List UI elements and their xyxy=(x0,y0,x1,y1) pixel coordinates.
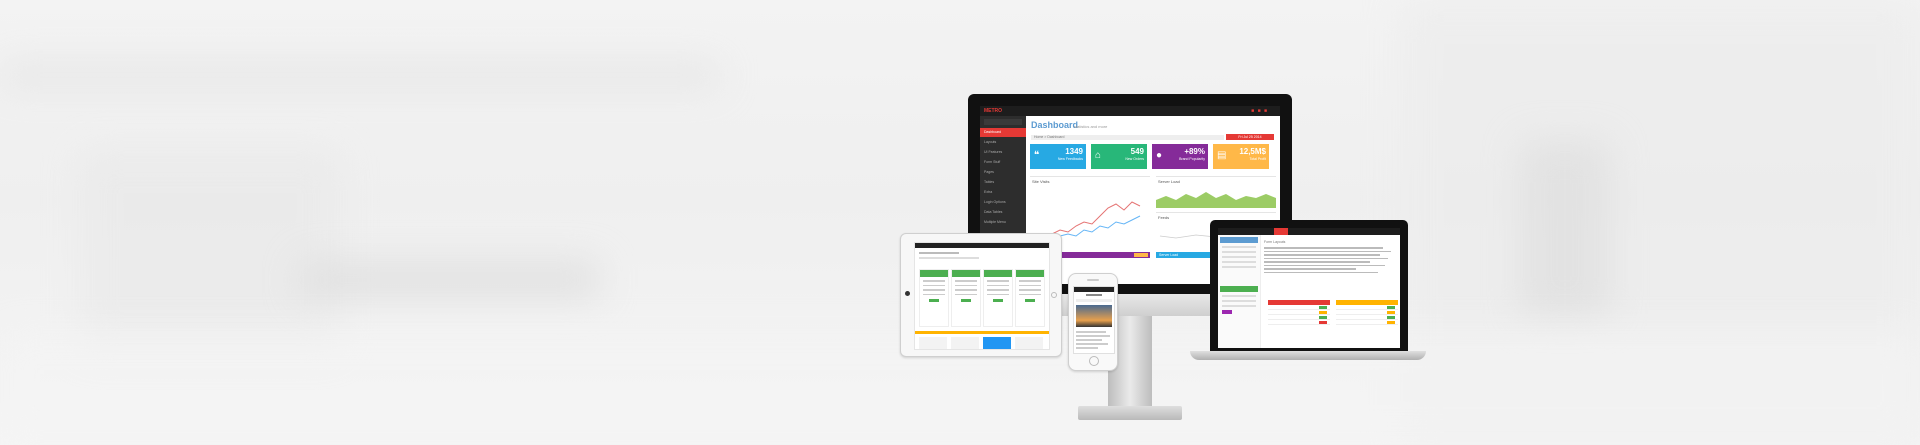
date-range-button[interactable]: Fri Jul 25 2014 xyxy=(1226,134,1274,140)
sidebar-item[interactable]: Layouts xyxy=(980,138,1026,147)
laptop-base xyxy=(1190,351,1426,360)
monitor-foot xyxy=(1078,406,1182,420)
stat-label: New Feedbacks xyxy=(1057,157,1083,161)
topbar: METRO ■ ■ ■ xyxy=(980,106,1280,116)
panel-title: Server Load xyxy=(1158,179,1180,184)
info-box xyxy=(951,337,979,349)
stat-value: 12,5M$ xyxy=(1239,147,1266,156)
stat-value: 1349 xyxy=(1065,147,1083,156)
data-table xyxy=(1336,300,1398,338)
sidebar-item[interactable]: Tables xyxy=(980,178,1026,187)
info-box xyxy=(983,337,1011,349)
form-text: Form Layouts xyxy=(1264,240,1396,275)
laptop-lid: Form Layouts xyxy=(1210,220,1408,352)
plan-header xyxy=(920,270,948,277)
sidebar-item[interactable]: Data Tables xyxy=(980,208,1026,217)
info-box xyxy=(1015,337,1043,349)
laptop-screen: Form Layouts xyxy=(1218,228,1400,348)
page-title: Dashboard xyxy=(1031,120,1079,130)
globe-icon: ● xyxy=(1156,150,1163,161)
area-series xyxy=(1156,192,1276,208)
stat-value: 549 xyxy=(1130,147,1144,156)
sidebar-header xyxy=(1220,286,1258,292)
pricing-column xyxy=(919,269,949,327)
stat-tile[interactable]: ⌂ 549 New Orders xyxy=(1091,144,1147,169)
info-box xyxy=(919,337,947,349)
phone-screen xyxy=(1073,286,1115,354)
background-blur xyxy=(0,60,720,90)
pricing-column xyxy=(1015,269,1045,327)
area-chart xyxy=(1156,192,1276,208)
plan-header xyxy=(952,270,980,277)
stat-label: Brand Popularity xyxy=(1179,157,1205,161)
sidebar-item[interactable]: UI Features xyxy=(980,148,1026,157)
sidebar-item[interactable]: Form Stuff xyxy=(980,158,1026,167)
search-input[interactable] xyxy=(1076,299,1112,302)
panel-title: Site Visits xyxy=(1032,179,1050,184)
stat-label: Total Profit xyxy=(1249,157,1266,161)
sidebar-item[interactable]: Login Options xyxy=(980,198,1026,207)
smartphone xyxy=(1068,273,1118,371)
background-blur xyxy=(1520,140,1610,320)
camera xyxy=(1051,292,1057,298)
feeds-panel: Server Load xyxy=(1156,176,1276,209)
plan-button[interactable] xyxy=(929,299,939,302)
photo-thumbnail[interactable] xyxy=(1076,305,1112,327)
notification-icons[interactable]: ■ ■ ■ xyxy=(1251,108,1268,114)
background-blur xyxy=(300,260,600,300)
sidebar-header xyxy=(1220,237,1258,243)
logo: METRO xyxy=(984,108,1003,114)
bar-chart-icon: ▤ xyxy=(1217,150,1227,161)
sidebar-item[interactable]: Extra xyxy=(980,188,1026,197)
plan-button[interactable] xyxy=(1025,299,1035,302)
submit-button[interactable] xyxy=(1222,310,1232,314)
tablet-screen xyxy=(914,242,1050,350)
sidebar xyxy=(1218,235,1261,348)
home-button xyxy=(905,291,910,296)
tablet xyxy=(900,233,1062,357)
stat-tile[interactable]: ❝ 1349 New Feedbacks xyxy=(1030,144,1086,169)
plan-header xyxy=(1016,270,1044,277)
sidebar-item[interactable]: Dashboard xyxy=(980,128,1026,137)
background-blur xyxy=(80,150,340,350)
active-tab[interactable] xyxy=(1274,228,1288,235)
stat-value: +89% xyxy=(1184,147,1205,156)
stat-tile[interactable]: ● +89% Brand Popularity xyxy=(1152,144,1208,169)
cart-icon: ⌂ xyxy=(1095,150,1102,161)
plan-button[interactable] xyxy=(993,299,1003,302)
topbar xyxy=(1074,287,1114,292)
home-button xyxy=(1089,356,1099,366)
speaker xyxy=(1087,279,1099,281)
topbar xyxy=(915,243,1049,248)
pricing-column xyxy=(983,269,1013,327)
breadcrumb[interactable]: Home > Dashboard xyxy=(1031,135,1224,140)
stat-label: New Orders xyxy=(1125,157,1144,161)
section-title: Form Layouts xyxy=(1264,240,1286,244)
page-subtitle: statistics and more xyxy=(1074,124,1108,129)
plan-button[interactable] xyxy=(961,299,971,302)
pricing-column xyxy=(951,269,981,327)
sidebar-item[interactable]: Pages xyxy=(980,168,1026,177)
data-table xyxy=(1268,300,1330,338)
bar-button[interactable] xyxy=(1134,253,1148,257)
plan-header xyxy=(984,270,1012,277)
stat-tile[interactable]: ▤ 12,5M$ Total Profit xyxy=(1213,144,1269,169)
brand-bar xyxy=(1086,294,1102,296)
comments-icon: ❝ xyxy=(1034,150,1040,161)
sidebar-search[interactable] xyxy=(984,119,1022,125)
highlight-strip xyxy=(915,331,1049,334)
topbar xyxy=(1218,228,1400,235)
bar-label: Server Load xyxy=(1159,253,1179,257)
laptop: Form Layouts xyxy=(1190,220,1426,360)
sidebar-item[interactable]: Multiple Menu xyxy=(980,218,1026,227)
